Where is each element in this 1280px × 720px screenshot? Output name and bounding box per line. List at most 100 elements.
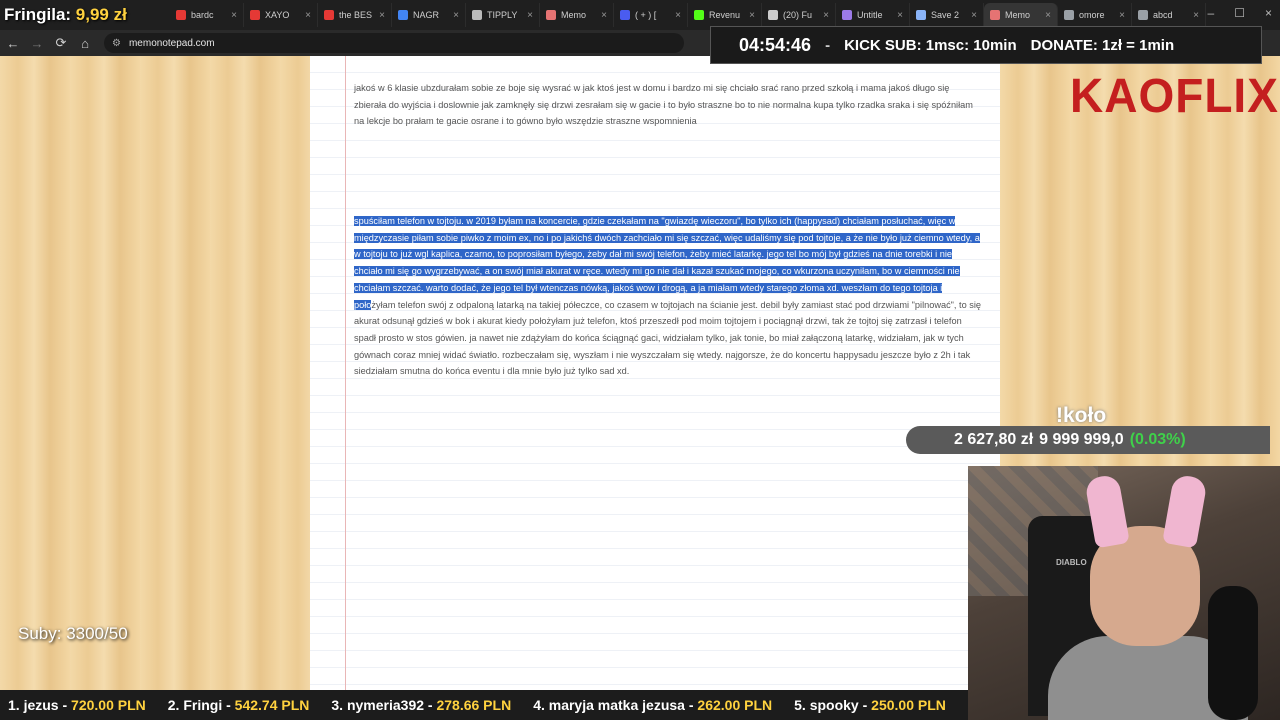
unselected-text[interactable]: żyłam telefon swój z odpaloną latarką na…	[354, 300, 981, 377]
tab-favicon-icon	[472, 10, 482, 20]
goal-current: 2 627,80 zł	[954, 431, 1034, 448]
home-icon[interactable]: ⌂	[74, 32, 96, 54]
browser-tab[interactable]: ( + ) [×	[614, 3, 688, 27]
tab-label: omore	[1079, 10, 1105, 20]
donor-entry: 4. maryja matka jezusa - 262.00 PLN	[533, 697, 773, 713]
tab-label: Save 2	[931, 10, 960, 20]
tab-label: NAGR	[413, 10, 440, 20]
browser-tab[interactable]: abcd ×	[1132, 3, 1206, 27]
tab-close-icon[interactable]: ×	[453, 10, 459, 21]
tab-close-icon[interactable]: ×	[971, 10, 977, 21]
tab-close-icon[interactable]: ×	[1045, 10, 1051, 21]
browser-tab-active[interactable]: Memo ×	[984, 3, 1058, 27]
forward-icon[interactable]: →	[26, 32, 48, 54]
donor-name: 5. spooky	[794, 697, 859, 713]
tab-favicon-icon	[768, 10, 778, 20]
browser-tab[interactable]: Memo ×	[540, 3, 614, 27]
donor-amount: 542.74 PLN	[234, 697, 310, 713]
chair-logo: DIABLO	[1056, 558, 1087, 567]
donor-name: 1. jezus	[8, 697, 59, 713]
maximize-icon[interactable]: ☐	[1234, 6, 1245, 20]
microphone	[1208, 586, 1258, 720]
fringila-label: Fringila:	[4, 5, 72, 24]
tab-close-icon[interactable]: ×	[379, 10, 385, 21]
tab-favicon-icon	[1138, 10, 1148, 20]
address-bar[interactable]: ⚙ memonotepad.com	[104, 33, 684, 53]
browser-tab[interactable]: Save 2 ×	[910, 3, 984, 27]
browser-tab[interactable]: Untitle ×	[836, 3, 910, 27]
tab-close-icon[interactable]: ×	[1193, 10, 1199, 21]
tab-label: Memo	[561, 10, 587, 20]
donor-entry: 5. spooky - 250.00 PLN	[794, 697, 946, 713]
kick-sub-text: KICK SUB: 1msc: 10min	[844, 36, 1017, 54]
timer-text: 04:54:46	[739, 34, 812, 55]
tab-label: Memo	[1005, 10, 1031, 20]
tab-label: bardc	[191, 10, 214, 20]
tab-close-icon[interactable]: ×	[305, 10, 311, 21]
tab-favicon-icon	[842, 10, 852, 20]
tab-label: TIPPLY	[487, 10, 518, 20]
tab-favicon-icon	[1064, 10, 1074, 20]
donor-amount: 720.00 PLN	[71, 697, 146, 713]
window-controls: – ☐ ×	[1208, 6, 1272, 20]
tab-label: (20) Fu	[783, 10, 813, 20]
tab-favicon-icon	[324, 10, 334, 20]
tab-label: Revenu	[709, 10, 741, 20]
donation-goal-bar: 2 627,80 zł 9 999 999,0 (0.03%)	[906, 426, 1270, 454]
tab-close-icon[interactable]: ×	[897, 10, 903, 21]
goal-target: 9 999 999,0	[1039, 431, 1124, 448]
tab-close-icon[interactable]: ×	[749, 10, 755, 21]
webcam-feed: DIABLO	[968, 466, 1280, 720]
notepad-page[interactable]: jakoś w 6 klasie ubzdurałam sobie ze boj…	[310, 56, 1000, 690]
browser-tab[interactable]: TIPPLY ×	[466, 3, 540, 27]
fringila-amount: 9,99 zł	[75, 5, 127, 24]
donor-entry: 2. Fringi - 542.74 PLN	[167, 697, 310, 713]
tab-favicon-icon	[620, 10, 630, 20]
screen: bardc × XAYO × the BES × NAGR × TIPPLY × Memo…	[0, 0, 1280, 720]
wheel-command: !koło	[1056, 404, 1107, 427]
close-window-icon[interactable]: ×	[1265, 6, 1272, 20]
browser-tab[interactable]: NAGR ×	[392, 3, 466, 27]
browser-tab[interactable]: omore ×	[1058, 3, 1132, 27]
note-paragraph-1[interactable]: jakoś w 6 klasie ubzdurałam sobie ze boj…	[354, 80, 982, 130]
tab-label: abcd	[1153, 10, 1173, 20]
donor-amount: 278.66 PLN	[436, 697, 512, 713]
goal-percent: (0.03%)	[1129, 431, 1186, 448]
tab-favicon-icon	[250, 10, 260, 20]
browser-tab[interactable]: XAYO ×	[244, 3, 318, 27]
tab-label: XAYO	[265, 10, 290, 20]
subathon-timer-bar: 04:54:46 - KICK SUB: 1msc: 10min DONATE:…	[710, 26, 1262, 64]
reload-icon[interactable]: ⟳	[50, 32, 72, 54]
selected-text[interactable]: spuściłam telefon w tojtoju. w 2019 była…	[354, 216, 980, 310]
tab-close-icon[interactable]: ×	[601, 10, 607, 21]
tab-favicon-icon	[694, 10, 704, 20]
browser-tab[interactable]: Revenu ×	[688, 3, 762, 27]
donor-name: 3. nymeria392	[331, 697, 425, 713]
tab-close-icon[interactable]: ×	[527, 10, 533, 21]
page-margin-line	[345, 56, 346, 690]
back-icon[interactable]: ←	[2, 32, 24, 54]
tab-favicon-icon	[398, 10, 408, 20]
site-settings-icon[interactable]: ⚙	[112, 38, 121, 49]
browser-tab[interactable]: bardc ×	[170, 3, 244, 27]
note-paragraph-2[interactable]: spuściłam telefon w tojtoju. w 2019 była…	[354, 213, 982, 380]
browser-tab[interactable]: the BES ×	[318, 3, 392, 27]
tab-close-icon[interactable]: ×	[675, 10, 681, 21]
tab-close-icon[interactable]: ×	[231, 10, 237, 21]
url-text: memonotepad.com	[128, 37, 215, 49]
donate-text: DONATE: 1zł = 1min	[1030, 36, 1175, 54]
tab-close-icon[interactable]: ×	[1119, 10, 1125, 21]
tab-favicon-icon	[176, 10, 186, 20]
donor-entry: 1. jezus - 720.00 PLN	[8, 697, 146, 713]
bunny-ear-right	[1162, 473, 1208, 549]
kaoflix-logo: KAOFLIX	[1070, 67, 1279, 123]
tab-favicon-icon	[990, 10, 1000, 20]
tab-favicon-icon	[546, 10, 556, 20]
tab-close-icon[interactable]: ×	[823, 10, 829, 21]
donor-amount: 262.00 PLN	[697, 697, 773, 713]
donor-entry: 3. nymeria392 - 278.66 PLN	[331, 697, 512, 713]
browser-tab[interactable]: (20) Fu ×	[762, 3, 836, 27]
tab-label: Untitle	[857, 10, 883, 20]
subs-counter: Suby: 3300/50	[18, 624, 128, 643]
minimize-icon[interactable]: –	[1208, 6, 1215, 20]
